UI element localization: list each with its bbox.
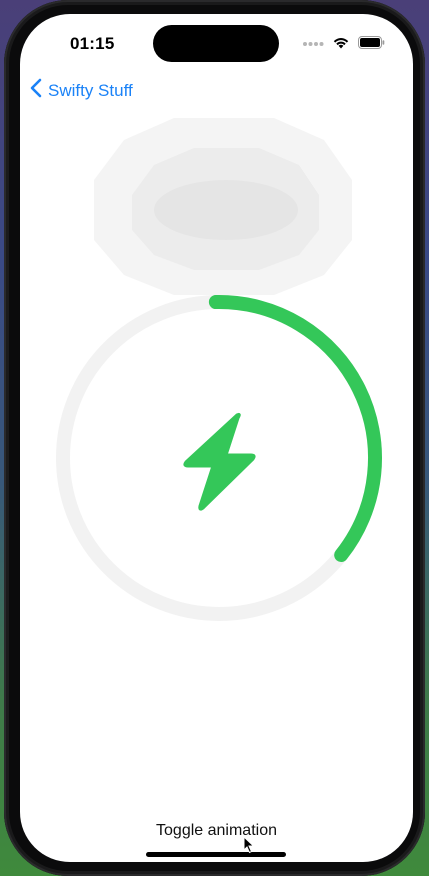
home-indicator[interactable] — [146, 852, 286, 857]
status-time: 01:15 — [70, 34, 115, 53]
toggle-animation-button[interactable]: Toggle animation — [20, 822, 413, 840]
status-icons — [302, 36, 385, 54]
mouse-cursor-icon — [243, 836, 255, 854]
bolt-icon — [183, 412, 256, 511]
back-button-label: Swifty Stuff — [48, 80, 133, 100]
battery-icon — [358, 36, 385, 54]
ring-progress-arc — [208, 295, 382, 563]
charging-ring — [56, 295, 382, 621]
phone-screen: 01:15 Swifty Stuff Toggle animation — [20, 14, 413, 862]
back-button[interactable]: Swifty Stuff — [30, 78, 133, 103]
iphone-simulator-frame: 01:15 Swifty Stuff Toggle animation — [4, 0, 425, 876]
wifi-icon — [332, 36, 350, 54]
chevron-left-icon — [30, 78, 48, 103]
dynamic-island — [153, 25, 279, 62]
blurred-glow-shape — [94, 118, 352, 295]
cellular-signal-icon — [302, 36, 324, 54]
